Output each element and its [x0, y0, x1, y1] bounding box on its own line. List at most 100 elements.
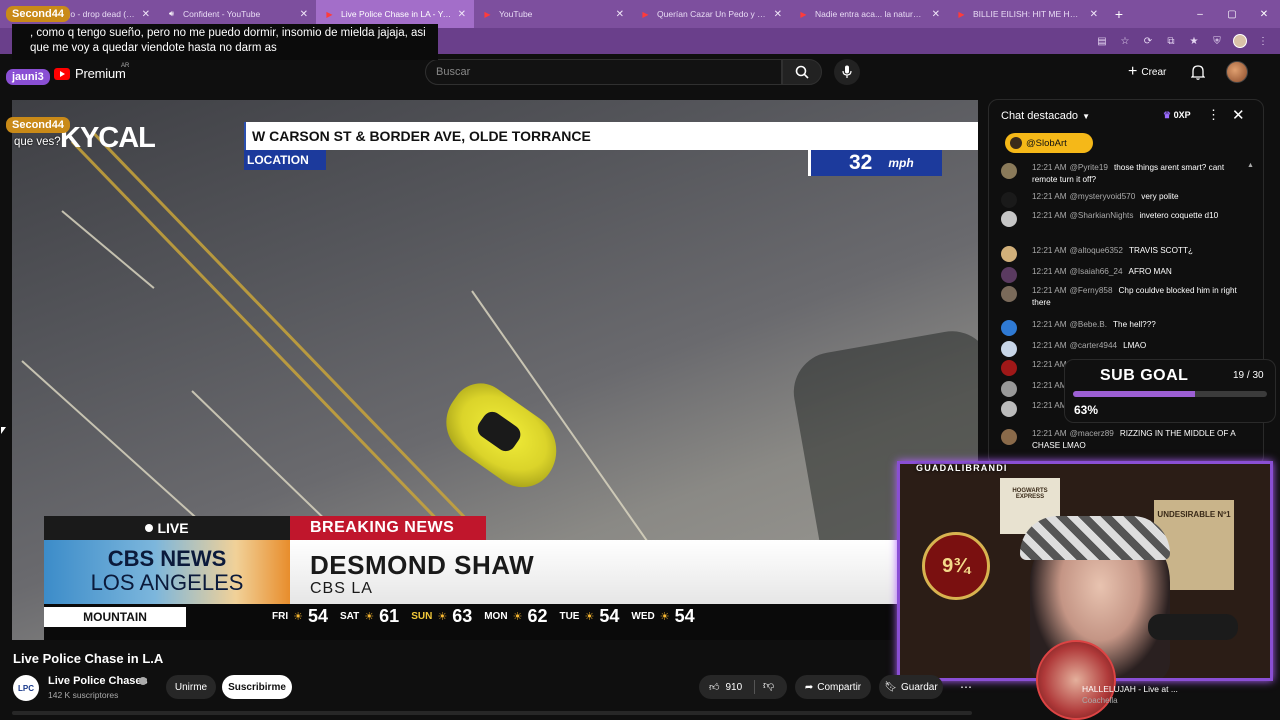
search-button[interactable]	[782, 59, 822, 85]
browser-profile-avatar[interactable]	[1233, 34, 1247, 48]
favorites-icon[interactable]: ★	[1187, 34, 1201, 48]
chat-author[interactable]: @mysteryvoid570	[1070, 192, 1136, 201]
video-player[interactable]: KYCAL W CARSON ST & BORDER AVE, OLDE TOR…	[12, 100, 978, 640]
chat-avatar[interactable]	[1001, 286, 1017, 302]
new-tab-button[interactable]: +	[1106, 6, 1132, 22]
browser-tab[interactable]: ▶ BILLIE EILISH: HIT ME HARD AND ✕	[948, 0, 1106, 28]
subscriber-count: 142 K suscriptores	[48, 690, 119, 700]
subscribe-button[interactable]: Suscribirme	[222, 675, 292, 699]
chat-points-value: 0XP	[1173, 110, 1191, 120]
chat-avatar[interactable]	[1001, 401, 1017, 417]
chat-timestamp: 12:21 AM	[1032, 163, 1067, 172]
reader-icon[interactable]: ▤	[1095, 34, 1109, 48]
create-label: Crear	[1141, 66, 1167, 78]
chat-author[interactable]: @carter4944	[1070, 341, 1117, 350]
create-button[interactable]: + Crear	[1122, 60, 1172, 84]
forecast-temp: 54	[307, 606, 329, 626]
close-tab-icon[interactable]: ✕	[616, 9, 624, 20]
channel-name[interactable]: Live Police Chases	[48, 675, 148, 687]
window-controls: – ▢ ✕	[1184, 0, 1280, 28]
speaker-icon: 🔊︎	[168, 9, 175, 18]
chat-avatar[interactable]	[1001, 246, 1017, 262]
youtube-play-icon	[54, 67, 70, 80]
refresh-icon[interactable]: ⟳	[1141, 34, 1155, 48]
close-tab-icon[interactable]: ✕	[774, 9, 782, 20]
chevron-down-icon[interactable]: ▼	[1082, 112, 1090, 121]
youtube-icon: ▶	[958, 9, 965, 19]
chat-author[interactable]: @Pyrite19	[1070, 163, 1108, 172]
sub-goal-count: 19 / 30	[1233, 370, 1264, 381]
chat-avatar[interactable]	[1001, 360, 1017, 376]
close-tab-icon[interactable]: ✕	[458, 9, 466, 20]
chat-author[interactable]: @Ferny858	[1070, 286, 1113, 295]
chat-text: The hell???	[1113, 320, 1156, 329]
browser-tab[interactable]: ▶ YouTube ✕	[474, 0, 632, 28]
notifications-button[interactable]	[1189, 62, 1207, 82]
chat-author[interactable]: @altoque6352	[1070, 246, 1123, 255]
chat-author[interactable]: @SharkianNights	[1070, 211, 1134, 220]
chat-title[interactable]: Chat destacado	[1001, 110, 1078, 122]
car-cabin	[473, 407, 525, 456]
scroll-up-icon[interactable]: ▲	[1247, 162, 1254, 169]
live-dot-icon	[145, 524, 154, 532]
chat-author[interactable]: @Isaiah66_24	[1070, 267, 1123, 276]
close-window-button[interactable]: ✕	[1248, 0, 1280, 28]
chat-message-body: 12:21 AM @Isaiah66_24 AFRO MAN	[1032, 266, 1247, 278]
browser-tab-label: Live Police Chase in LA - YouTube	[341, 9, 452, 19]
station-watermark: KYCAL	[60, 122, 156, 154]
chat-author[interactable]: @macerz89	[1070, 429, 1114, 438]
join-button[interactable]: Unirme	[166, 675, 216, 699]
save-button[interactable]: 🔖︎ Guardar	[879, 675, 943, 699]
youtube-icon: ▶	[326, 9, 333, 19]
sub-goal-progress-fill	[1073, 391, 1196, 397]
voice-search-button[interactable]	[834, 59, 860, 85]
pinned-user-chip[interactable]: @SlobArt	[1005, 133, 1093, 153]
chat-timestamp: 12:21 AM	[1032, 360, 1067, 369]
extensions-icon[interactable]: ⧉	[1164, 34, 1178, 48]
youtube-icon: ▶	[642, 9, 649, 19]
account-avatar[interactable]	[1226, 61, 1248, 83]
chat-text: LMAO	[1123, 341, 1147, 350]
like-button[interactable]: 👍︎ 910 👎︎	[699, 675, 787, 699]
close-tab-icon[interactable]: ✕	[300, 9, 308, 20]
chat-avatar[interactable]	[1001, 381, 1017, 397]
network-logo-panel: CBS NEWS LOS ANGELES	[44, 540, 290, 604]
chat-avatar[interactable]	[1001, 341, 1017, 357]
close-tab-icon[interactable]: ✕	[1090, 9, 1098, 20]
browser-tab-label: Querían Cazar Un Pedo y Se Equiv	[657, 9, 768, 19]
chat-timestamp: 12:21 AM	[1032, 341, 1067, 350]
favorite-icon[interactable]: ☆	[1118, 34, 1132, 48]
pinned-user-name: @SlobArt	[1026, 137, 1067, 149]
chat-avatar[interactable]	[1001, 267, 1017, 283]
chat-author[interactable]: @Bebe.B.	[1070, 320, 1107, 329]
dislike-button[interactable]: 👎︎	[763, 679, 774, 692]
chat-text: TRAVIS SCOTT¿	[1128, 246, 1193, 255]
minimize-button[interactable]: –	[1184, 0, 1216, 28]
search-input[interactable]: Buscar	[425, 59, 782, 85]
thumbs-up-icon: 👍︎	[709, 682, 720, 693]
close-tab-icon[interactable]: ✕	[932, 9, 940, 20]
recommended-video-channel[interactable]: Coachella	[1082, 696, 1118, 705]
forecast-day-name: SAT	[340, 611, 360, 622]
news-lower-third: LIVE BREAKING NEWS CBS NEWS LOS ANGELES …	[44, 516, 900, 640]
forecast-day-name: FRI	[272, 611, 289, 622]
browser-tab[interactable]: ▶ Querían Cazar Un Pedo y Se Equiv ✕	[632, 0, 790, 28]
chat-avatar[interactable]	[1001, 192, 1017, 208]
youtube-logo[interactable]: Premium AR	[54, 63, 129, 81]
maximize-button[interactable]: ▢	[1216, 0, 1248, 28]
close-icon[interactable]: ✕	[1232, 106, 1245, 124]
chat-avatar[interactable]	[1001, 429, 1017, 445]
kebab-menu-icon[interactable]: ⋮	[1207, 107, 1220, 123]
chat-avatar[interactable]	[1001, 320, 1017, 336]
close-tab-icon[interactable]: ✕	[142, 9, 150, 20]
share-button[interactable]: ➦ Compartir	[795, 675, 871, 699]
recommended-video-title[interactable]: HALLELUJAH - Live at ...	[1082, 684, 1178, 694]
more-actions-button[interactable]: ⋯	[955, 675, 977, 699]
shield-icon[interactable]: ⛨	[1210, 34, 1224, 48]
menu-icon[interactable]: ⋮	[1256, 34, 1270, 48]
chat-avatar[interactable]	[1001, 211, 1017, 227]
chat-message-body: 12:21 AM @macerz89 RIZZING IN THE MIDDLE O…	[1032, 428, 1247, 451]
chat-avatar[interactable]	[1001, 163, 1017, 179]
browser-tab[interactable]: ▶ Nadie entra aca... la naturaleza lo ✕	[790, 0, 948, 28]
channel-avatar[interactable]: LPC	[13, 675, 39, 701]
